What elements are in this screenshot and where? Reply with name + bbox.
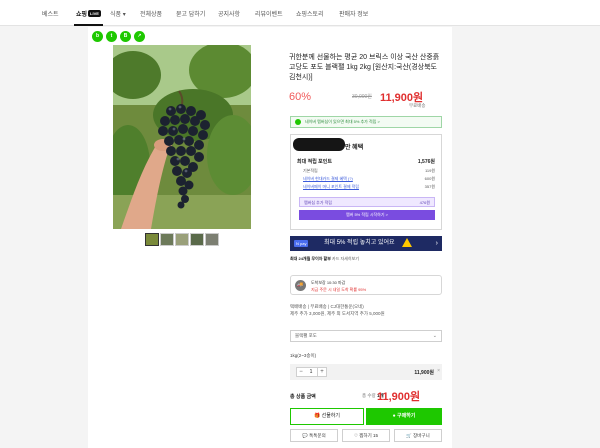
buy-button-label: 구매하기 <box>397 413 416 419</box>
benefit-value-money: 357원 <box>424 184 435 189</box>
band-share-icon[interactable]: B <box>120 31 131 42</box>
npay-promo-banner[interactable]: N pay 최대 5% 적립 놓치고 있어요 › <box>290 236 442 251</box>
membership-extra-label: 멤버십 추가 적립 <box>304 200 332 205</box>
benefit-row-money[interactable]: 네이버페이 머니 포인트 결제 적립 <box>303 184 359 190</box>
inquiry-button[interactable]: 💬 톡톡문의 <box>290 429 338 442</box>
thumbnail-3[interactable] <box>175 233 189 246</box>
nav-all-products[interactable]: 전체상품 <box>140 9 162 18</box>
wish-count: 15 <box>372 433 378 438</box>
delivery-guarantee-box[interactable]: 🚚 도착보장 10:30 마감 지금 주문 시 내일 도착 확률 95% <box>290 275 442 295</box>
free-shipping-label: 무료배송 <box>409 103 426 108</box>
installment-label: 최대 24개월 무이자 할부 <box>290 256 331 261</box>
original-price: 30,000원 <box>352 94 372 100</box>
nav-shopping-label: 쇼핑 <box>76 12 88 18</box>
benefit-title: 만 혜택 <box>345 145 364 151</box>
option-select-value: 블랙팰 포도 <box>295 333 317 338</box>
nav-food-label: 식품 <box>110 12 122 18</box>
max-points-label: 최대 적립 포인트 <box>297 159 332 165</box>
total-label: 총 상품 금액 <box>290 394 316 400</box>
membership-extra-row: 멤버십 추가 적립 476원 <box>299 197 435 207</box>
live-badge: LIVE <box>88 10 101 17</box>
shipping-line-2: 제주 추가 3,000원, 제주 외 도서지역 추가 5,000원 <box>290 311 385 316</box>
benefit-value-card: 600원 <box>424 176 435 181</box>
grape-photo-illustration <box>113 45 251 229</box>
nav-shopping-story[interactable]: 쇼핑스토리 <box>296 9 324 18</box>
benefit-row-card[interactable]: 네이버 현대카드 결제 혜택 (?) <box>303 176 353 182</box>
selected-option-name: 1kg(2~3송이) <box>290 353 317 358</box>
thumbnail-4[interactable] <box>190 233 204 246</box>
warning-icon <box>402 238 412 247</box>
chat-icon: 💬 <box>302 433 308 438</box>
total-count-prefix: 총 수량 <box>362 393 376 398</box>
thumbnail-5[interactable] <box>205 233 219 246</box>
top-navigation: 베스트 쇼핑 LIVE 식품 ▾ 전체상품 묻고 답하기 공지사항 리뷰이벤트 쇼… <box>0 0 600 26</box>
benefit-box: 만 혜택 최대 적립 포인트 1,576원 기본적립 119원 네이버 현대카드… <box>290 134 442 230</box>
quantity-value[interactable]: 1 <box>305 367 317 377</box>
promo-text: 최대 5% 적립 놓치고 있어요 <box>324 240 395 246</box>
option-select[interactable]: 블랙팰 포도 ⌄ <box>290 330 442 342</box>
quantity-row: − 1 + 11,900원 × <box>290 364 442 380</box>
benefit-row-basic: 기본적립 <box>303 168 318 173</box>
cart-button-label: 장바구니 <box>413 433 430 438</box>
quantity-increase-button[interactable]: + <box>317 367 327 377</box>
installment-info: 최대 24개월 무이자 할부 카드 자세히보기 <box>290 256 359 262</box>
nav-seller-info[interactable]: 판매자 정보 <box>339 9 368 18</box>
membership-banner[interactable]: 네이버 멤버십이 있으면 최대 5% 추가 적립 > <box>290 116 442 128</box>
naver-n-icon <box>295 119 301 125</box>
remove-option-icon[interactable]: × <box>437 368 440 374</box>
shipping-line-1: 택배배송 | 무료배송 | CJ대한통운(오네) <box>290 304 364 309</box>
blog-share-icon[interactable]: b <box>92 31 103 42</box>
max-points-value: 1,576원 <box>417 159 435 165</box>
membership-start-button[interactable]: 멤버 5% 적립 시작하기 > <box>299 210 435 220</box>
nav-food[interactable]: 식품 ▾ <box>110 9 126 18</box>
talk-share-icon[interactable]: t <box>106 31 117 42</box>
gift-icon: 🎁 <box>313 413 321 419</box>
membership-banner-text: 네이버 멤버십이 있으면 최대 5% 추가 적립 > <box>305 119 380 124</box>
gift-button[interactable]: 🎁 선물하기 <box>290 408 364 425</box>
delivery-main-text: 도착보장 10:30 마감 <box>311 280 346 285</box>
share-icon[interactable]: ↗ <box>134 31 145 42</box>
discount-rate: 60% <box>289 91 312 103</box>
redacted-block <box>293 138 345 151</box>
truck-icon: 🚚 <box>295 280 306 291</box>
cart-icon: 🛒 <box>406 433 412 438</box>
benefit-value-basic: 119원 <box>424 168 435 173</box>
npay-tag: N pay <box>294 240 309 247</box>
nav-shopping[interactable]: 쇼핑 LIVE <box>74 9 103 26</box>
thumbnail-2[interactable] <box>160 233 174 246</box>
npay-icon: ● <box>392 413 396 419</box>
selected-option-price: 11,900원 <box>414 370 434 376</box>
gift-button-label: 선물하기 <box>321 413 341 419</box>
wish-button-label: 찜하기 <box>359 433 372 438</box>
inquiry-button-label: 톡톡문의 <box>309 433 326 438</box>
cart-button[interactable]: 🛒 장바구니 <box>394 429 442 442</box>
chevron-down-icon: ▾ <box>122 12 126 18</box>
installment-link[interactable]: 카드 자세히보기 <box>332 256 359 261</box>
heart-icon: ♡ <box>353 433 359 438</box>
product-photo[interactable] <box>113 45 251 229</box>
thumbnail-1[interactable] <box>145 233 159 246</box>
wish-button[interactable]: ♡ 찜하기 15 <box>342 429 390 442</box>
nav-notice[interactable]: 공지사항 <box>218 9 240 18</box>
membership-extra-value: 476원 <box>419 200 430 205</box>
chevron-right-icon: › <box>435 240 438 247</box>
chevron-down-icon: ⌄ <box>432 333 437 339</box>
product-title: 귀한분께 선물하는 평균 20 브릭스 이상 국산 산중흙 고당도 포도 블랙팰… <box>289 54 440 81</box>
nav-review-event[interactable]: 리뷰이벤트 <box>255 9 283 18</box>
delivery-sub-text: 지금 주문 시 내일 도착 확률 95% <box>311 287 367 292</box>
total-price: 11,900원 <box>377 391 421 403</box>
shipping-info: 택배배송 | 무료배송 | CJ대한통운(오네) 제주 추가 3,000원, 제… <box>290 303 385 317</box>
nav-best[interactable]: 베스트 <box>42 9 59 18</box>
buy-button[interactable]: ● 구매하기 <box>366 408 442 425</box>
nav-qna[interactable]: 묻고 답하기 <box>176 9 205 18</box>
